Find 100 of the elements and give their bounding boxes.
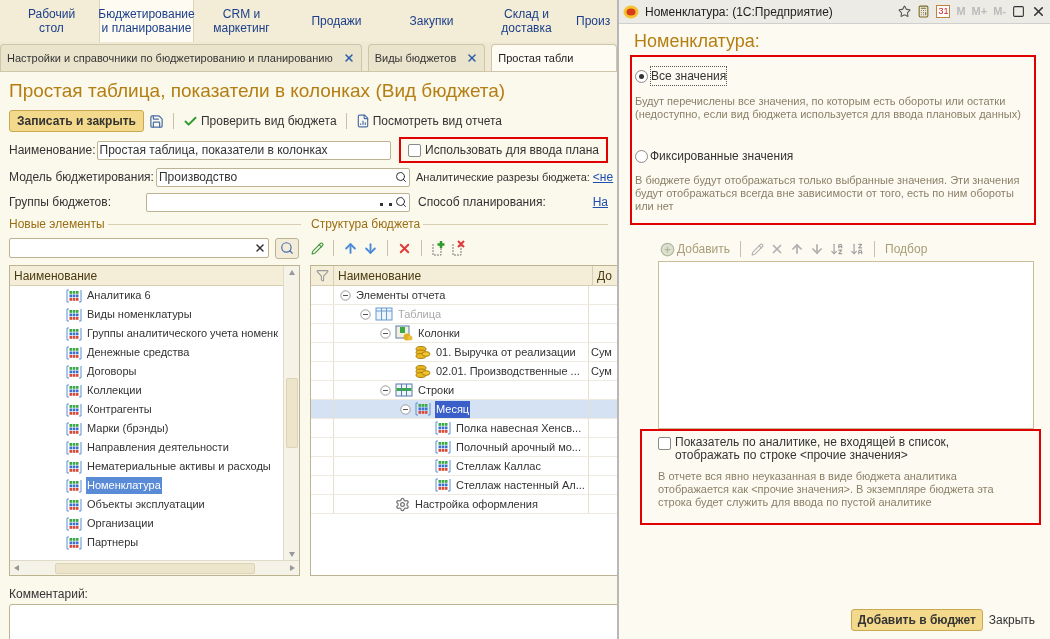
list-item[interactable]: Организации — [86, 515, 155, 532]
star-icon[interactable] — [898, 5, 912, 18]
grid-icon — [66, 459, 82, 474]
list-item[interactable]: Направления деятельности — [86, 439, 230, 456]
app-logo-icon — [623, 4, 639, 19]
option-description: В отчете вся явно неуказанная в виде бюджета аналитика отображается как <прочие значения>. В экземпляре бюджета эта строка будет служить для ввода по пустой аналитике — [658, 470, 995, 509]
radio-button[interactable] — [635, 149, 648, 163]
search-button[interactable] — [275, 237, 299, 259]
save-close-button[interactable]: Записать и закрыть — [9, 110, 144, 132]
document-tab[interactable]: Настройки и справочники по бюджетированию и планированию — [0, 44, 362, 71]
section-tab[interactable]: Рабочий стол — [4, 0, 99, 42]
list-item[interactable]: Группы аналитического учета номенк — [86, 325, 279, 342]
clear-icon[interactable] — [254, 242, 266, 254]
grid-icon — [435, 478, 451, 492]
scroll-up-icon[interactable] — [287, 268, 296, 276]
column-header: Наименование — [334, 266, 593, 285]
checkbox[interactable] — [658, 437, 671, 450]
sort-descending-icon[interactable] — [850, 242, 865, 256]
arrow-down-icon[interactable] — [363, 240, 378, 256]
comment-field[interactable] — [9, 604, 617, 639]
model-field[interactable]: Производство — [155, 167, 410, 187]
check-button[interactable]: Проверить вид бюджета — [182, 112, 337, 130]
grid-icon — [66, 288, 82, 303]
pencil-icon[interactable] — [311, 241, 324, 255]
grid-icon — [66, 440, 82, 455]
grid-icon — [66, 307, 82, 322]
maximize-icon[interactable] — [1012, 5, 1025, 18]
gear-icon — [395, 496, 410, 512]
scrollbar-thumb[interactable] — [285, 378, 298, 448]
search-icon — [280, 241, 294, 255]
window-title: Номенклатура: (1С:Предприятие) — [645, 3, 833, 21]
analytics-link[interactable]: <не — [592, 168, 614, 186]
scroll-down-icon[interactable] — [287, 550, 296, 558]
section-tab[interactable]: CRM и маркетинг — [194, 0, 289, 42]
close-icon[interactable] — [342, 52, 355, 64]
grid-icon — [415, 402, 431, 416]
section-heading: Новые элементы — [9, 216, 105, 233]
table-cell-text: Сум — [590, 345, 612, 360]
more-icon[interactable] — [380, 202, 392, 206]
pencil-icon[interactable] — [751, 242, 765, 256]
list-item[interactable]: Виды номенклатуры — [86, 306, 193, 323]
sort-ascending-icon[interactable] — [830, 242, 845, 256]
column-header: Наименование — [10, 266, 283, 286]
option-description: Будут перечислены все значения, по которым есть обороты или остатки (недоступно, если вид бюджета используется для ввода плановых данных) — [635, 95, 1022, 121]
list-item[interactable]: Нематериальные активы и расходы — [86, 458, 272, 475]
document-tab[interactable]: Простая табли — [491, 44, 617, 71]
add-column-icon[interactable] — [431, 240, 446, 256]
filter-field[interactable] — [9, 238, 269, 258]
delete-column-icon[interactable] — [451, 240, 466, 256]
list-item[interactable]: Объекты эксплуатации — [86, 496, 206, 513]
list-item[interactable]: Контрагенты — [86, 401, 153, 418]
list-item[interactable]: Договоры — [86, 363, 138, 380]
section-tab[interactable]: Склад и доставка — [479, 0, 574, 42]
scroll-left-icon[interactable] — [12, 564, 20, 572]
report-button[interactable]: Посмотреть вид отчета — [355, 112, 503, 130]
save-icon[interactable] — [148, 113, 164, 129]
grid-icon — [435, 440, 451, 454]
add-to-budget-button[interactable]: Добавить в бюджет — [850, 609, 983, 631]
radio-label[interactable]: Фиксированные значения — [650, 147, 794, 165]
planning-link[interactable]: На — [592, 193, 608, 211]
list-item[interactable]: Коллекции — [86, 382, 143, 399]
table-cell-text: Сум — [590, 364, 612, 379]
grid-icon — [66, 402, 82, 417]
tree-item[interactable]: Элементы отчета — [355, 286, 447, 304]
scrollbar-thumb[interactable] — [54, 562, 255, 574]
dialog-heading: Номенклатура: — [634, 30, 761, 52]
vertical-scrollbar[interactable] — [283, 266, 299, 560]
field-label: Способ планирования: — [418, 194, 547, 211]
collapse-icon[interactable] — [340, 289, 351, 301]
horizontal-scrollbar[interactable] — [10, 560, 299, 575]
section-tab[interactable]: Произ — [574, 0, 617, 42]
radio-label[interactable]: Все значения — [650, 66, 728, 86]
list-item[interactable]: Партнеры — [86, 534, 140, 551]
table-icon — [375, 307, 393, 321]
section-tab[interactable]: Продажи — [289, 0, 384, 42]
search-icon[interactable] — [395, 171, 407, 183]
calculator-icon[interactable] — [917, 5, 931, 18]
close-button[interactable]: Закрыть — [988, 611, 1035, 629]
close-icon[interactable] — [466, 52, 479, 64]
section-tab[interactable]: Закупки — [384, 0, 479, 42]
close-icon[interactable] — [1031, 4, 1046, 19]
list-item[interactable]: Аналитика 6 — [86, 287, 152, 304]
grid-icon — [66, 383, 82, 398]
list-item[interactable]: Марки (брэнды) — [86, 420, 170, 437]
checkbox-label: Показатель по аналитике, не входящей в список, отображать по строке <прочие значения> — [675, 436, 951, 462]
option-description: В бюджете будут отображаться только выбранные значения. Эти значения будут отображаться всегда вне зависимости от того, есть по ним обороты или нет — [635, 174, 1021, 213]
grid-icon — [66, 478, 82, 493]
calendar-button[interactable]: 31 — [936, 5, 951, 18]
form-title: Простая таблица, показатели в колонках (Вид бюджета) — [9, 79, 507, 103]
name-field[interactable]: Простая таблица, показатели в колонках — [96, 140, 392, 160]
section-tab[interactable]: Бюджетирование и планирование — [99, 0, 194, 42]
checkbox[interactable] — [408, 143, 422, 157]
list-item[interactable]: Денежные средства — [86, 344, 191, 361]
document-tab[interactable]: Виды бюджетов — [367, 44, 486, 71]
grid-icon — [66, 345, 82, 360]
search-icon[interactable] — [395, 196, 407, 208]
scroll-right-icon[interactable] — [289, 564, 297, 572]
radio-button[interactable] — [635, 69, 648, 83]
group-field[interactable] — [146, 192, 410, 212]
filter-icon[interactable] — [315, 269, 329, 282]
